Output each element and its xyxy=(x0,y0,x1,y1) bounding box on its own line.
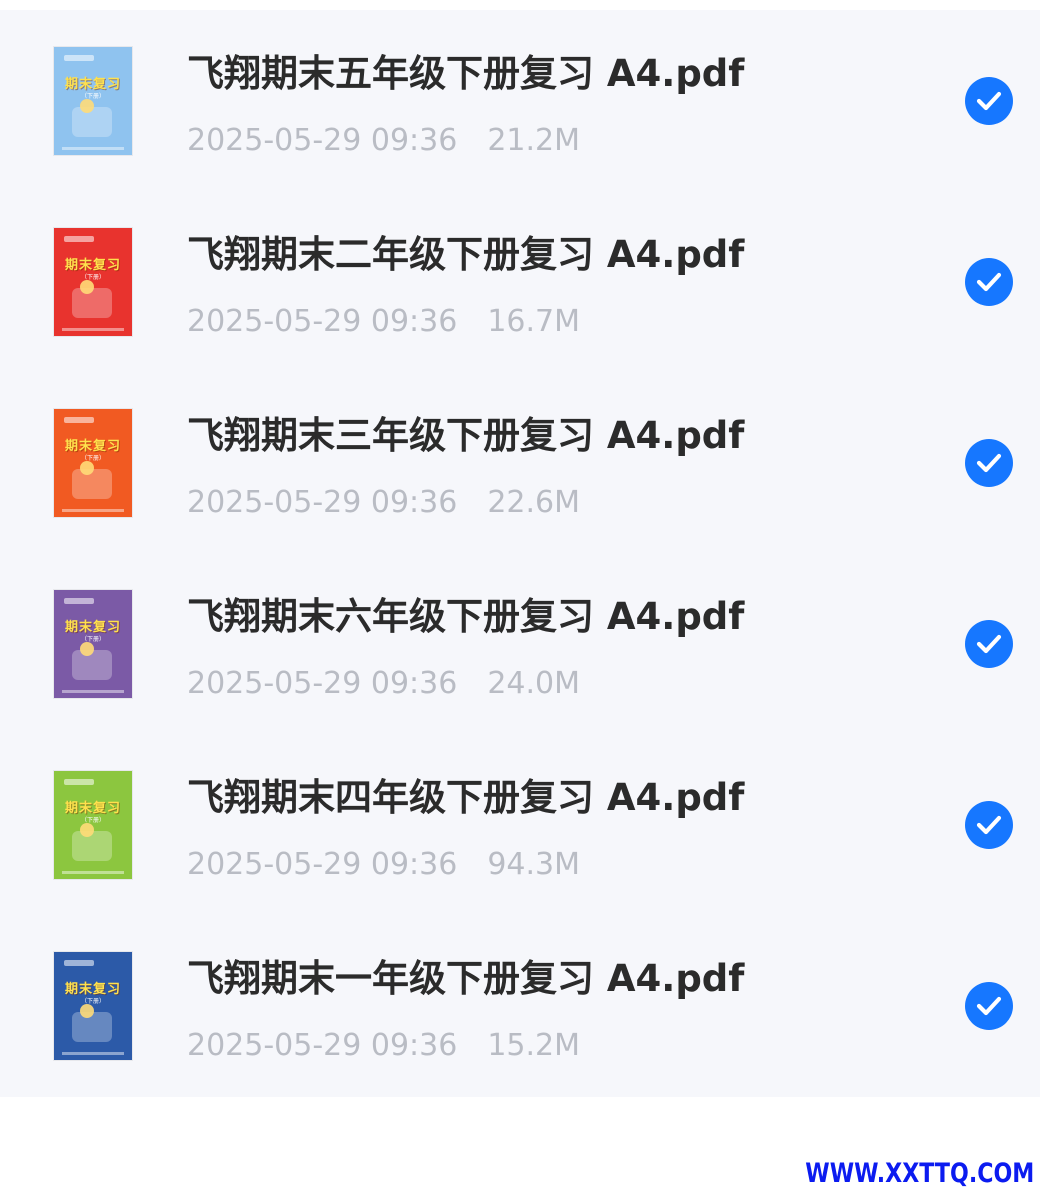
file-name: 飞翔期末三年级下册复习 A4.pdf xyxy=(187,414,745,457)
file-size: 94.3M xyxy=(487,847,581,882)
cover-title: 期末复习 xyxy=(64,77,121,92)
file-row[interactable]: 期末复习 （下册） 飞翔期末二年级下册复习 A4.pdf 2025-05-29 … xyxy=(0,191,1040,372)
cover-title: 期末复习 xyxy=(64,620,121,635)
file-size: 15.2M xyxy=(487,1028,581,1063)
check-circle-icon[interactable] xyxy=(965,439,1013,487)
pdf-cover-thumbnail: 期末复习 （下册） xyxy=(54,952,132,1060)
file-meta: 2025-05-29 09:36 94.3M xyxy=(187,847,580,883)
file-row[interactable]: 期末复习 （下册） 飞翔期末四年级下册复习 A4.pdf 2025-05-29 … xyxy=(0,734,1040,915)
file-meta: 2025-05-29 09:36 21.2M xyxy=(187,123,580,159)
pdf-cover-thumbnail: 期末复习 （下册） xyxy=(54,228,132,336)
pdf-cover-thumbnail: 期末复习 （下册） xyxy=(54,409,132,517)
pdf-cover-thumbnail: 期末复习 （下册） xyxy=(54,590,132,698)
file-meta: 2025-05-29 09:36 16.7M xyxy=(187,304,580,340)
check-circle-icon[interactable] xyxy=(965,258,1013,306)
check-circle-icon[interactable] xyxy=(965,801,1013,849)
file-row[interactable]: 期末复习 （下册） 飞翔期末六年级下册复习 A4.pdf 2025-05-29 … xyxy=(0,553,1040,734)
file-size: 21.2M xyxy=(487,123,581,158)
file-date: 2025-05-29 09:36 xyxy=(187,123,458,158)
file-size: 16.7M xyxy=(487,304,581,339)
pdf-cover-thumbnail: 期末复习 （下册） xyxy=(54,771,132,879)
file-date: 2025-05-29 09:36 xyxy=(187,847,458,882)
file-list: 期末复习 （下册） 飞翔期末五年级下册复习 A4.pdf 2025-05-29 … xyxy=(0,10,1040,1097)
file-size: 24.0M xyxy=(487,666,581,701)
file-row[interactable]: 期末复习 （下册） 飞翔期末一年级下册复习 A4.pdf 2025-05-29 … xyxy=(0,915,1040,1096)
file-meta: 2025-05-29 09:36 15.2M xyxy=(187,1028,580,1064)
check-circle-icon[interactable] xyxy=(965,77,1013,125)
cover-title: 期末复习 xyxy=(64,258,121,273)
check-circle-icon[interactable] xyxy=(965,620,1013,668)
file-meta: 2025-05-29 09:36 22.6M xyxy=(187,485,580,521)
file-date: 2025-05-29 09:36 xyxy=(187,304,458,339)
file-size: 22.6M xyxy=(487,485,581,520)
cover-volume: （下册） xyxy=(80,817,105,824)
file-name: 飞翔期末六年级下册复习 A4.pdf xyxy=(187,595,745,638)
file-row[interactable]: 期末复习 （下册） 飞翔期末三年级下册复习 A4.pdf 2025-05-29 … xyxy=(0,372,1040,553)
cover-volume: （下册） xyxy=(80,274,105,281)
cover-title: 期末复习 xyxy=(64,439,121,454)
cover-volume: （下册） xyxy=(80,455,105,462)
file-row[interactable]: 期末复习 （下册） 飞翔期末五年级下册复习 A4.pdf 2025-05-29 … xyxy=(0,10,1040,191)
file-name: 飞翔期末一年级下册复习 A4.pdf xyxy=(187,957,745,1000)
file-date: 2025-05-29 09:36 xyxy=(187,1028,458,1063)
check-circle-icon[interactable] xyxy=(965,982,1013,1030)
cover-volume: （下册） xyxy=(80,636,105,643)
file-name: 飞翔期末四年级下册复习 A4.pdf xyxy=(187,776,745,819)
file-meta: 2025-05-29 09:36 24.0M xyxy=(187,666,580,702)
pdf-cover-thumbnail: 期末复习 （下册） xyxy=(54,47,132,155)
file-date: 2025-05-29 09:36 xyxy=(187,485,458,520)
cover-title: 期末复习 xyxy=(64,982,121,997)
file-date: 2025-05-29 09:36 xyxy=(187,666,458,701)
file-name: 飞翔期末五年级下册复习 A4.pdf xyxy=(187,52,745,95)
cover-volume: （下册） xyxy=(80,998,105,1005)
file-name: 飞翔期末二年级下册复习 A4.pdf xyxy=(187,233,745,276)
watermark-text: WWW.XXTTQ.COM xyxy=(804,1158,1034,1189)
cover-title: 期末复习 xyxy=(64,801,121,816)
cover-volume: （下册） xyxy=(80,93,105,100)
